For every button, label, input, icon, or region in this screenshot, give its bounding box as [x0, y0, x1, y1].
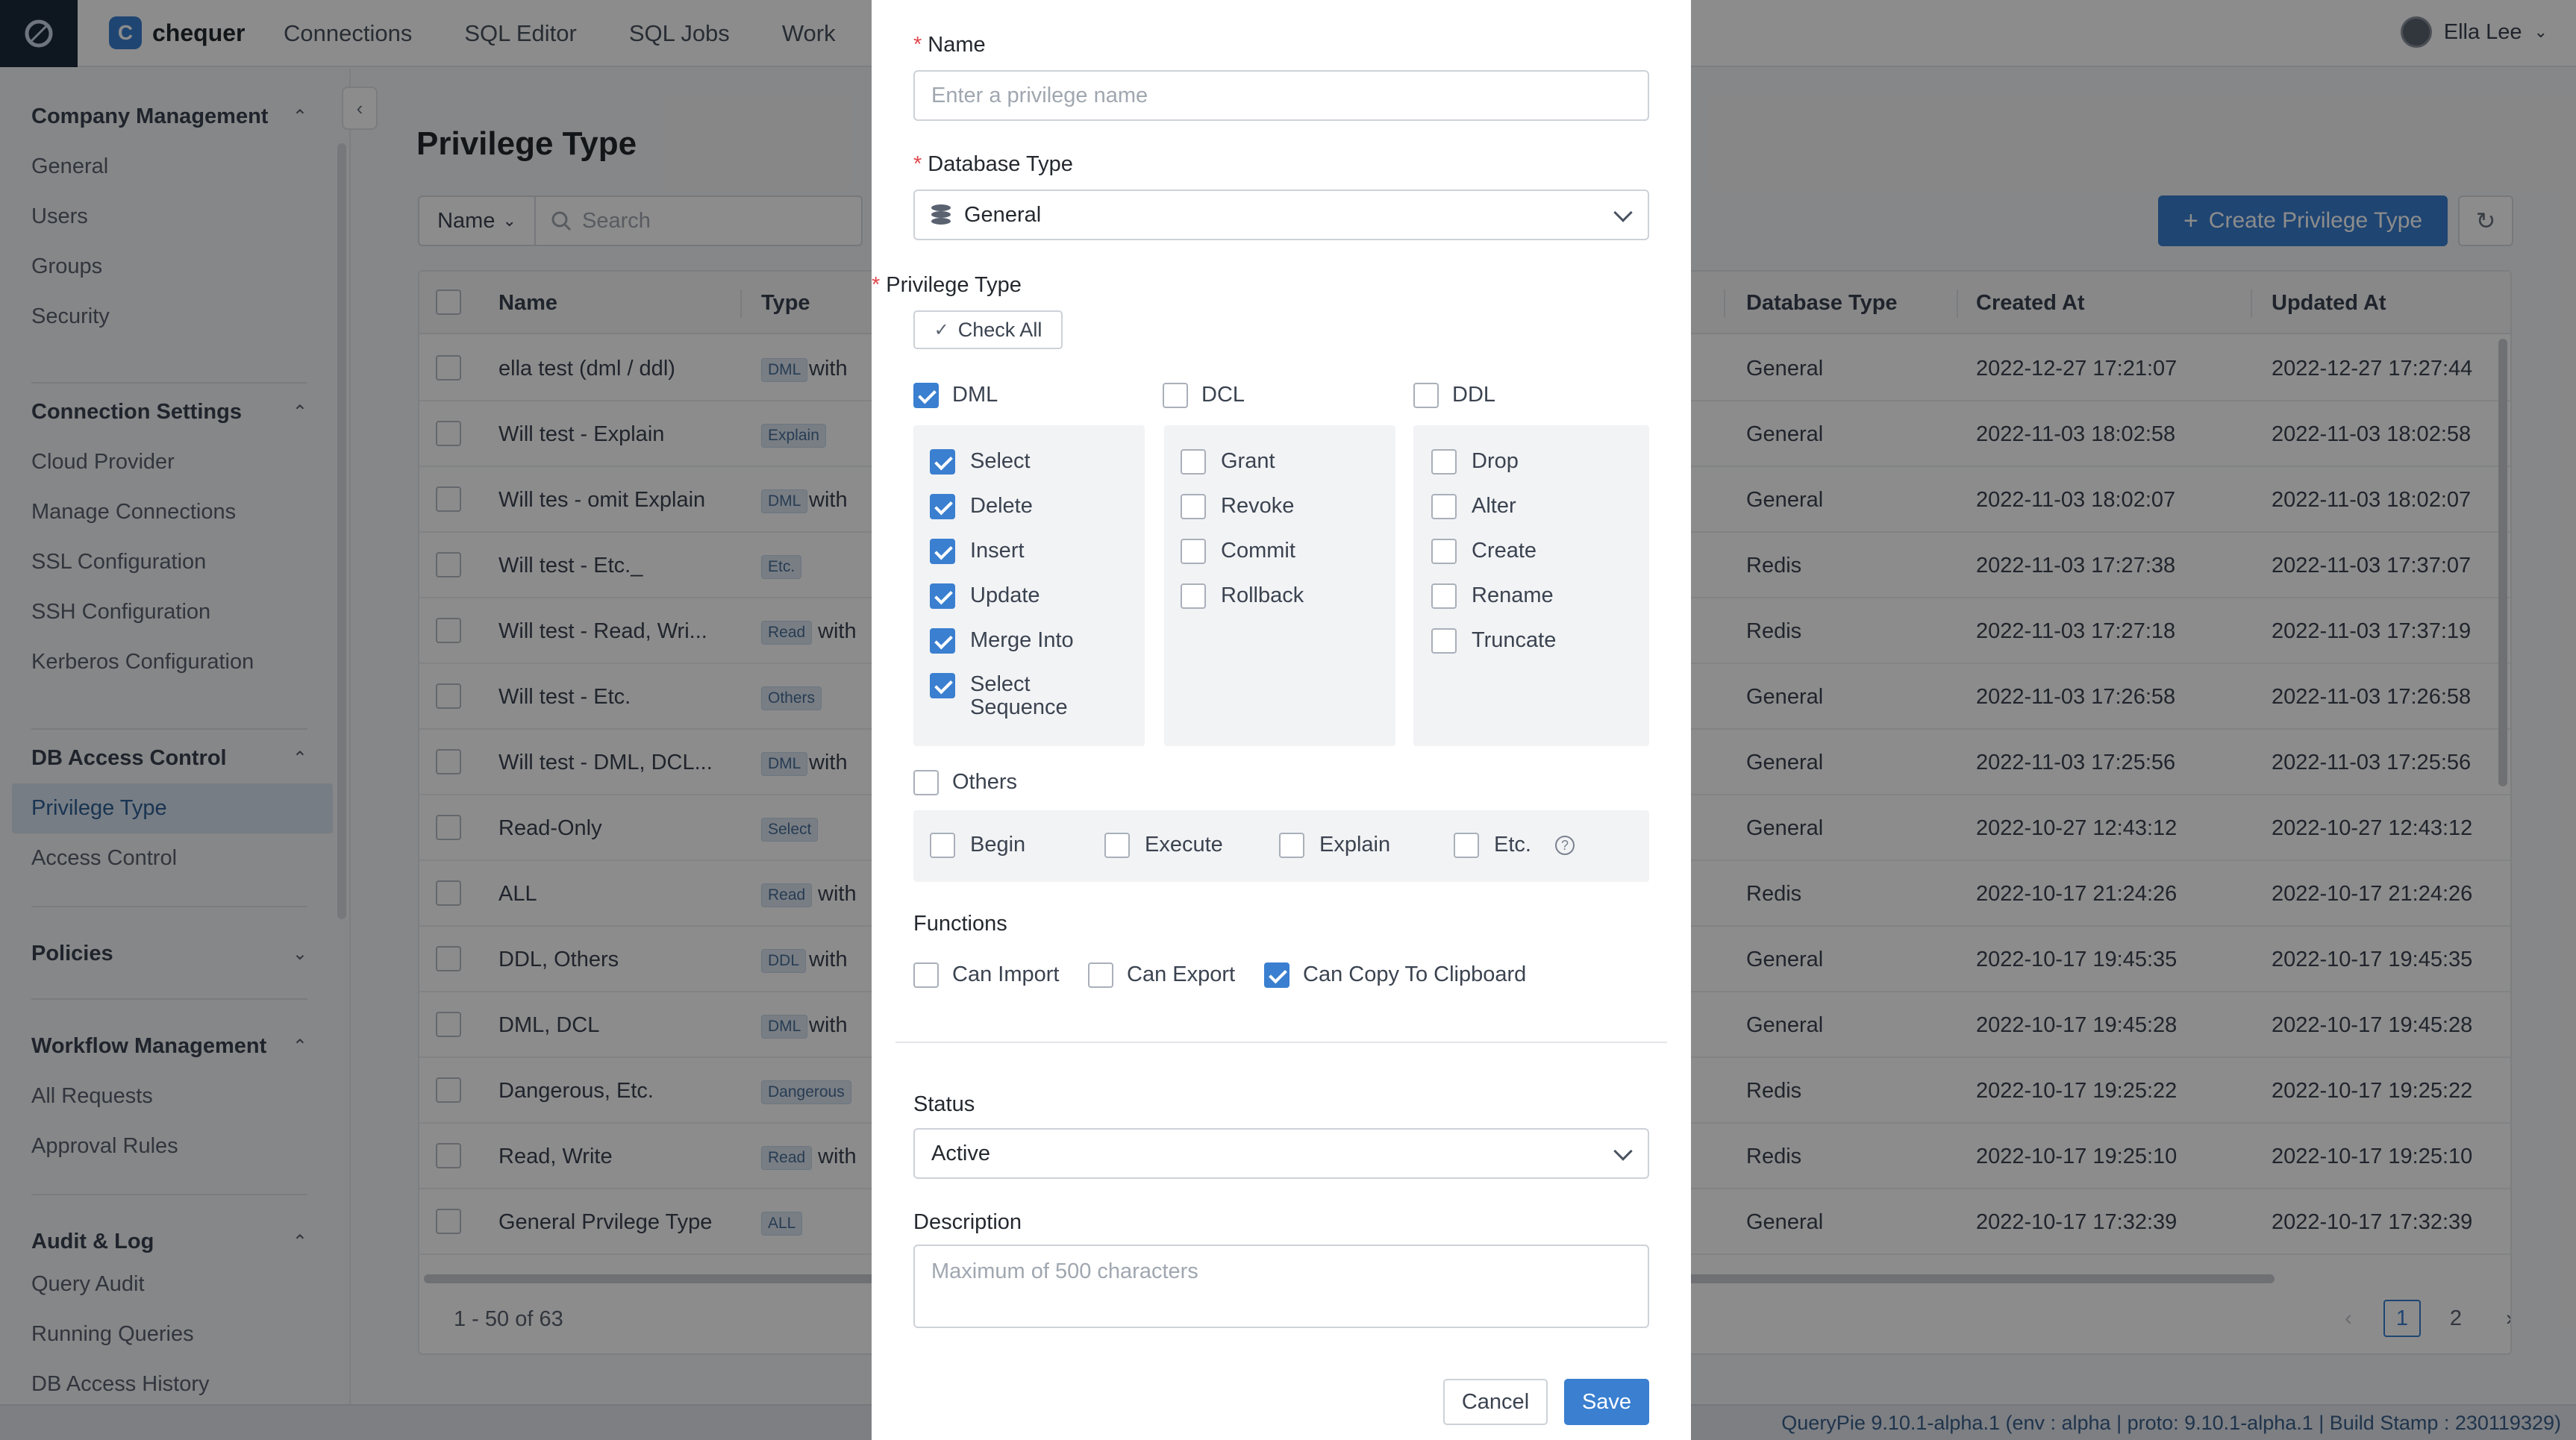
- commit-checkbox[interactable]: [1181, 539, 1206, 564]
- help-icon[interactable]: ?: [1555, 836, 1575, 855]
- commit-label: Commit: [1221, 539, 1295, 563]
- rollback-checkbox[interactable]: [1181, 583, 1206, 609]
- explain-label: Explain: [1319, 833, 1391, 857]
- chevron-down-icon: [1613, 203, 1633, 222]
- ddl-checkbox[interactable]: [1413, 383, 1439, 408]
- merge-into-label: Merge Into: [970, 628, 1074, 652]
- others-checkbox[interactable]: [913, 770, 939, 795]
- privilege-type-label: * Privilege Type: [872, 273, 1022, 297]
- section-divider: [895, 1042, 1667, 1043]
- alter-label: Alter: [1472, 494, 1516, 518]
- cancel-button[interactable]: Cancel: [1443, 1379, 1548, 1425]
- delete-checkbox[interactable]: [930, 494, 955, 519]
- grant-label: Grant: [1221, 449, 1275, 473]
- delete-label: Delete: [970, 494, 1033, 518]
- insert-checkbox[interactable]: [930, 539, 955, 564]
- description-label: Description: [913, 1210, 1022, 1234]
- can-import-label: Can Import: [952, 962, 1060, 986]
- check-all-button[interactable]: ✓ Check All: [913, 310, 1063, 349]
- create-label: Create: [1472, 539, 1537, 563]
- can-export-checkbox[interactable]: [1088, 962, 1113, 988]
- merge-into-checkbox[interactable]: [930, 628, 955, 654]
- select-label: Select: [970, 449, 1031, 473]
- execute-label: Execute: [1145, 833, 1223, 857]
- database-type-label: * Database Type: [913, 152, 1073, 176]
- begin-checkbox[interactable]: [930, 833, 955, 858]
- revoke-label: Revoke: [1221, 494, 1295, 518]
- update-label: Update: [970, 583, 1040, 607]
- drop-checkbox[interactable]: [1431, 449, 1457, 475]
- drop-label: Drop: [1472, 449, 1519, 473]
- ddl-label: DDL: [1452, 383, 1496, 407]
- truncate-checkbox[interactable]: [1431, 628, 1457, 654]
- select-sequence-checkbox[interactable]: [930, 673, 955, 698]
- execute-checkbox[interactable]: [1104, 833, 1130, 858]
- status-value: Active: [931, 1141, 990, 1165]
- others-options-panel: Begin Execute Explain Etc. ?: [913, 810, 1649, 882]
- ddl-options-panel: Drop Alter Create Rename Truncate: [1413, 425, 1649, 746]
- create-checkbox[interactable]: [1431, 539, 1457, 564]
- status-select[interactable]: Active: [913, 1128, 1649, 1179]
- rename-checkbox[interactable]: [1431, 583, 1457, 609]
- begin-label: Begin: [970, 833, 1026, 857]
- explain-checkbox[interactable]: [1279, 833, 1304, 858]
- dml-checkbox[interactable]: [913, 383, 939, 408]
- can-export-label: Can Export: [1127, 962, 1236, 986]
- alter-checkbox[interactable]: [1431, 494, 1457, 519]
- truncate-label: Truncate: [1472, 628, 1557, 652]
- privilege-name-input[interactable]: Enter a privilege name: [913, 70, 1649, 121]
- grant-checkbox[interactable]: [1181, 449, 1206, 475]
- etc-checkbox[interactable]: [1454, 833, 1479, 858]
- etc-label: Etc.: [1494, 833, 1531, 857]
- database-icon: [931, 204, 951, 225]
- save-button[interactable]: Save: [1564, 1379, 1649, 1425]
- name-label: * Name: [913, 33, 986, 57]
- insert-label: Insert: [970, 539, 1025, 563]
- functions-label: Functions: [913, 912, 1007, 936]
- others-label: Others: [952, 770, 1018, 794]
- dcl-options-panel: Grant Revoke Commit Rollback: [1164, 425, 1395, 746]
- database-type-value: General: [964, 202, 1042, 227]
- can-import-checkbox[interactable]: [913, 962, 939, 988]
- update-checkbox[interactable]: [930, 583, 955, 609]
- dcl-checkbox[interactable]: [1163, 383, 1188, 408]
- name-placeholder: Enter a privilege name: [931, 83, 1148, 107]
- status-label: Status: [913, 1092, 975, 1116]
- rename-label: Rename: [1472, 583, 1554, 607]
- database-type-select[interactable]: General: [913, 190, 1649, 240]
- select-checkbox[interactable]: [930, 449, 955, 475]
- dcl-label: DCL: [1201, 383, 1245, 407]
- rollback-label: Rollback: [1221, 583, 1304, 607]
- dml-label: DML: [952, 383, 998, 407]
- revoke-checkbox[interactable]: [1181, 494, 1206, 519]
- select-sequence-label: Select Sequence: [970, 672, 1068, 719]
- description-textarea[interactable]: Maximum of 500 characters: [913, 1245, 1649, 1328]
- dml-options-panel: Select Delete Insert Update Merge Into S…: [913, 425, 1145, 746]
- can-copy-clipboard-checkbox[interactable]: [1264, 962, 1289, 988]
- description-placeholder: Maximum of 500 characters: [931, 1259, 1198, 1283]
- can-copy-clipboard-label: Can Copy To Clipboard: [1303, 962, 1527, 986]
- create-privilege-modal: * Name Enter a privilege name * Database T…: [872, 0, 1691, 1440]
- check-icon: ✓: [934, 319, 949, 340]
- check-all-label: Check All: [957, 318, 1042, 341]
- chevron-down-icon: [1613, 1142, 1633, 1161]
